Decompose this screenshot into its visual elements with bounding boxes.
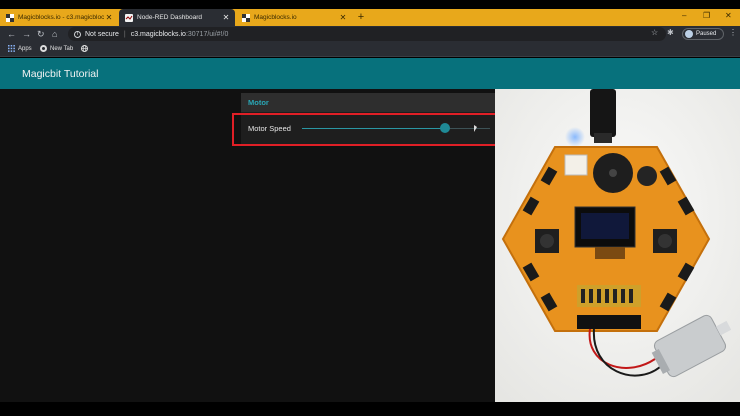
avatar [685, 30, 693, 38]
tab-strip: Magicblocks.io - c3.magicblocks.io ✕ Nod… [0, 9, 740, 26]
extensions-icon[interactable]: ✱ [667, 28, 674, 37]
close-tab-icon[interactable]: ✕ [338, 13, 348, 22]
globe-icon [81, 45, 88, 52]
home-icon[interactable]: ⌂ [52, 28, 57, 40]
bookmark-apps[interactable]: Apps [8, 45, 32, 52]
tab-magicblocks-1[interactable]: Magicblocks.io - c3.magicblocks.io ✕ [0, 9, 118, 26]
group-header: Motor [241, 93, 495, 112]
bookmark-globe[interactable] [81, 45, 91, 52]
profile-button[interactable]: Paused [682, 28, 724, 40]
bookmark-new-tab[interactable]: New Tab [40, 45, 73, 52]
back-icon[interactable]: ← [7, 28, 16, 40]
reload-icon[interactable]: ↻ [37, 28, 45, 40]
magicbit-board-image [495, 89, 740, 402]
node-red-favicon-icon [125, 13, 133, 22]
board-photo [495, 89, 740, 402]
magicblocks-favicon-icon [6, 13, 14, 22]
url-host: c3.magicblocks.io [130, 30, 186, 38]
tab-title: Node-RED Dashboard [137, 14, 203, 21]
menu-icon[interactable]: ⋮ [729, 28, 737, 37]
address-divider: | [123, 30, 126, 38]
url-path: :30717/ui/#!/0 [185, 30, 229, 38]
tab-title: Magicblocks.io [254, 14, 297, 21]
group-title: Motor [248, 98, 269, 107]
letterbox-bottom [0, 402, 740, 416]
maximize-button[interactable]: ❐ [703, 11, 710, 20]
close-window-button[interactable]: ✕ [725, 11, 732, 20]
apps-grid-icon [8, 45, 15, 52]
info-icon[interactable]: i [74, 30, 81, 38]
new-tab-button[interactable]: + [355, 10, 367, 24]
tab-magicblocks-2[interactable]: Magicblocks.io ✕ [236, 9, 352, 26]
profile-status: Paused [696, 31, 717, 37]
close-tab-icon[interactable]: ✕ [104, 13, 114, 22]
browser-toolbar: ← → ↻ ⌂ i Not secure | c3.magicblocks.io… [0, 26, 740, 42]
minimize-button[interactable]: – [682, 11, 686, 20]
tab-title: Magicblocks.io - c3.magicblocks.io [18, 14, 104, 21]
bookmark-label: New Tab [50, 45, 74, 52]
bookmark-label: Apps [18, 45, 32, 52]
highlight-box [232, 113, 508, 146]
dashboard-header: Magicbit Tutorial [0, 58, 740, 89]
tab-node-red-dashboard[interactable]: Node-RED Dashboard ✕ [119, 9, 235, 26]
chrome-icon [40, 45, 47, 52]
page-title: Magicbit Tutorial [22, 68, 99, 80]
screen: Magicblocks.io - c3.magicblocks.io ✕ Nod… [0, 0, 740, 416]
bookmark-star-icon[interactable]: ☆ [651, 28, 658, 37]
security-label: Not secure [85, 30, 119, 38]
address-bar[interactable]: i Not secure | c3.magicblocks.io :30717/… [68, 27, 666, 41]
forward-icon[interactable]: → [22, 28, 31, 40]
bookmarks-bar: Apps New Tab [0, 42, 740, 57]
magicblocks-favicon-icon [242, 13, 250, 22]
close-tab-icon[interactable]: ✕ [221, 13, 231, 22]
